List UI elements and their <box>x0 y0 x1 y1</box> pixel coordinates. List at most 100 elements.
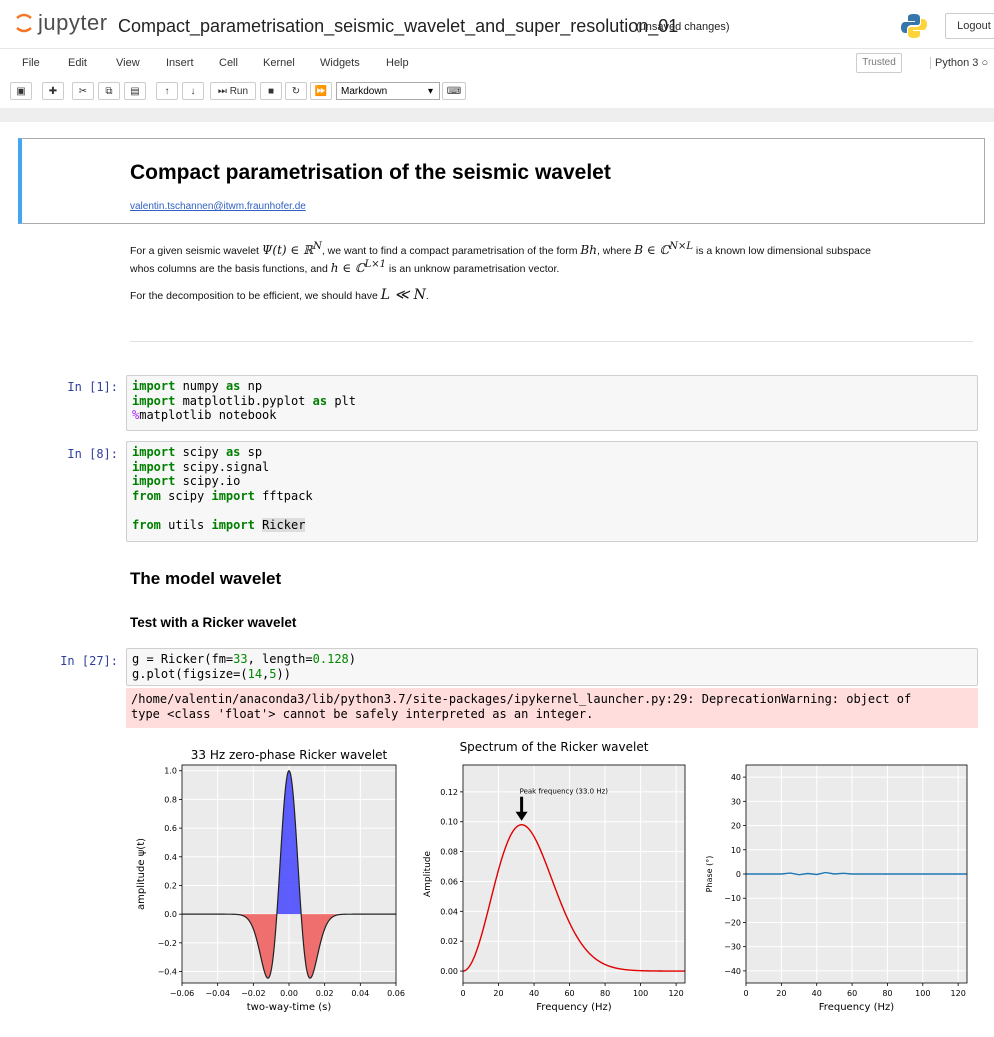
x-tick-label: 80 <box>600 989 610 998</box>
menu-help[interactable]: Help <box>386 57 409 69</box>
y-tick-label: 0.06 <box>440 877 458 886</box>
text-span: For the decomposition to be efficient, w… <box>130 290 381 302</box>
restart-button[interactable]: ↻ <box>285 82 307 100</box>
section-heading: The model wavelet <box>130 569 282 588</box>
math-text: h ∈ ℂ <box>330 261 365 275</box>
trusted-indicator[interactable]: Trusted <box>856 53 902 73</box>
copy-icon: ⧉ <box>105 86 113 97</box>
interrupt-button[interactable]: ■ <box>260 82 282 100</box>
x-tick-label: 100 <box>915 989 930 998</box>
x-tick-label: −0.02 <box>241 989 266 998</box>
chart-title: 33 Hz zero-phase Ricker wavelet <box>191 748 388 762</box>
y-tick-label: 40 <box>731 773 741 782</box>
save-button[interactable]: ▣ <box>10 82 32 100</box>
x-tick-label: 120 <box>951 989 966 998</box>
y-tick-label: 0.2 <box>164 881 177 890</box>
menu-view[interactable]: View <box>116 57 140 69</box>
paste-button[interactable]: ▤ <box>124 82 146 100</box>
menu-widgets[interactable]: Widgets <box>320 57 360 69</box>
y-tick-label: 0.04 <box>440 907 458 916</box>
insert-cell-button[interactable]: ✚ <box>42 82 64 100</box>
text-span: whos columns are the basis functions, an… <box>130 263 331 275</box>
restart-run-all-button[interactable]: ⏩ <box>310 82 332 100</box>
x-tick-label: 120 <box>668 989 683 998</box>
menu-kernel[interactable]: Kernel <box>263 57 295 69</box>
math-text: B ∈ ℂ <box>634 243 670 257</box>
jupyter-logo[interactable]: jupyter <box>14 10 108 36</box>
jupyter-icon <box>16 13 32 33</box>
y-tick-label: 0.12 <box>440 788 458 797</box>
x-tick-label: 0.06 <box>387 989 405 998</box>
math-span: h ∈ ℂL×1 <box>330 259 386 275</box>
input-prompt-1: In [1]: <box>67 380 118 394</box>
kernel-name: Python 3 <box>935 57 979 69</box>
x-axis-label: Frequency (Hz) <box>819 1002 895 1013</box>
cell-type-select[interactable]: Markdown ▾ <box>336 82 440 100</box>
stderr-line: type <class 'float'> cannot be safely in… <box>131 706 594 721</box>
x-tick-label: 0.00 <box>280 989 298 998</box>
x-tick-label: 20 <box>776 989 786 998</box>
command-palette-button[interactable]: ⌨ <box>442 82 466 100</box>
y-tick-label: 1.0 <box>164 767 177 776</box>
math-sup: N×L <box>669 241 693 252</box>
x-tick-label: 40 <box>529 989 539 998</box>
move-down-button[interactable]: ↓ <box>182 82 204 100</box>
notebook-header: jupyter Compact_parametrisation_seismic_… <box>0 0 994 48</box>
x-axis-label: Frequency (Hz) <box>536 1002 612 1013</box>
math-sup: N <box>313 241 322 252</box>
y-tick-label: −30 <box>724 943 741 952</box>
paste-icon: ▤ <box>130 86 140 97</box>
y-tick-label: 0.02 <box>440 937 458 946</box>
y-tick-label: 0.8 <box>164 795 177 804</box>
x-tick-label: −0.04 <box>205 989 230 998</box>
logout-button[interactable]: Logout <box>945 13 994 39</box>
code-cell-3[interactable]: g = Ricker(fm=33, length=0.128) g.plot(f… <box>126 648 978 686</box>
save-icon: ▣ <box>16 86 26 97</box>
run-button[interactable]: ⏭ Run <box>210 82 256 100</box>
x-tick-label: −0.06 <box>170 989 195 998</box>
keyboard-icon: ⌨ <box>446 86 462 97</box>
x-axis-label: two-way-time (s) <box>247 1002 332 1013</box>
plot-background <box>463 765 685 983</box>
cell-type-value: Markdown <box>341 86 388 97</box>
y-axis-label: amplitude ψ(t) <box>136 838 147 910</box>
menu-edit[interactable]: Edit <box>68 57 87 69</box>
code-cell-2[interactable]: import scipy as sp import scipy.signal i… <box>126 441 978 542</box>
scissors-icon: ✂ <box>78 86 88 97</box>
notebook-title[interactable]: Compact_parametrisation_seismic_wavelet_… <box>118 16 678 37</box>
y-axis-label: Amplitude <box>423 850 433 897</box>
menu-cell[interactable]: Cell <box>219 57 238 69</box>
y-tick-label: −0.2 <box>158 939 177 948</box>
y-tick-label: 0.08 <box>440 848 458 857</box>
save-status: (unsaved changes) <box>636 21 730 33</box>
toolbar-divider <box>0 108 994 122</box>
text-span: is an unknow parametrisation vector. <box>385 263 560 275</box>
text-span: . <box>425 290 429 302</box>
restart-icon: ↻ <box>291 86 301 97</box>
kernel-indicator: Python 3 ○ <box>930 57 988 69</box>
y-tick-label: 0.4 <box>164 853 177 862</box>
ricker-figure: −0.06 −0.04 −0.02 0.00 0.02 0.04 0.06 −0.4 −0.2 0… <box>136 740 968 1013</box>
code-cell-1[interactable]: import numpy as np import matplotlib.pyp… <box>126 375 978 431</box>
menu-file[interactable]: File <box>22 57 40 69</box>
run-label: Run <box>229 86 249 97</box>
efficiency-paragraph: For the decomposition to be efficient, w… <box>130 287 980 305</box>
cut-button[interactable]: ✂ <box>72 82 94 100</box>
y-tick-label: −10 <box>724 894 741 903</box>
caret-down-icon: ▾ <box>427 86 433 97</box>
x-tick-label: 60 <box>847 989 857 998</box>
copy-button[interactable]: ⧉ <box>98 82 120 100</box>
arrow-down-icon: ↓ <box>190 86 196 97</box>
y-tick-label: 20 <box>731 822 741 831</box>
step-forward-icon: ⏭ <box>217 86 227 97</box>
move-up-button[interactable]: ↑ <box>156 82 178 100</box>
y-tick-label: −0.4 <box>158 968 177 977</box>
x-tick-label: 100 <box>633 989 648 998</box>
jupyter-logo-text: jupyter <box>38 10 108 35</box>
author-email-link[interactable]: valentin.tschannen@itwm.fraunhofer.de <box>130 201 306 212</box>
x-tick-label: 40 <box>812 989 822 998</box>
menu-insert[interactable]: Insert <box>166 57 194 69</box>
x-tick-label: 60 <box>564 989 574 998</box>
math-text: Ψ(t) ∈ ℝ <box>261 243 314 257</box>
y-tick-label: 0.00 <box>440 967 458 976</box>
